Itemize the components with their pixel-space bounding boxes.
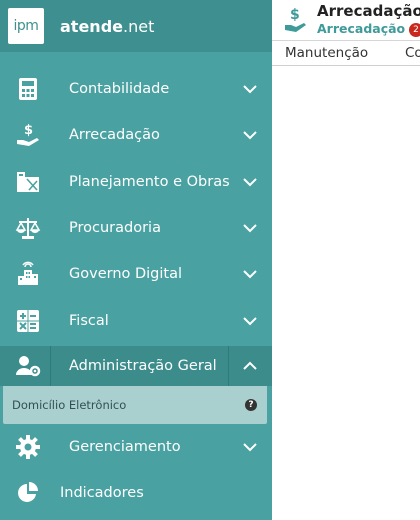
brand-name: atende.net xyxy=(60,17,154,36)
brand-name-suffix: .net xyxy=(123,16,155,36)
submenu-item-label: Domicílio Eletrônico xyxy=(12,397,127,412)
menu-item-label: Arrecadação xyxy=(69,127,160,144)
money-hand-icon: $ xyxy=(14,121,42,149)
chevron-down-icon[interactable] xyxy=(242,81,258,97)
menu-item-label: Gerenciamento xyxy=(69,438,181,455)
scales-icon xyxy=(14,214,42,242)
chevron-down-icon[interactable] xyxy=(242,313,258,329)
menu-item-label: Fiscal xyxy=(69,312,109,329)
menu-item-administracao-geral[interactable]: Administração Geral xyxy=(0,345,272,386)
menu-item-planejamento-obras[interactable]: Planejamento e Obras xyxy=(0,159,272,205)
menu-item-label: Planejamento e Obras xyxy=(69,173,230,190)
menu-item-label: Indicadores xyxy=(60,485,144,502)
svg-text:$: $ xyxy=(290,7,300,23)
digital-building-icon xyxy=(14,260,42,288)
ipm-logo: ipm xyxy=(8,8,44,44)
chevron-down-icon[interactable] xyxy=(242,439,258,455)
gear-icon xyxy=(14,433,42,461)
menu-item-contabilidade[interactable]: Contabilidade xyxy=(0,66,272,112)
chevron-up-icon[interactable] xyxy=(242,358,258,374)
chevron-down-icon[interactable] xyxy=(242,127,258,143)
menu-item-label: Governo Digital xyxy=(69,266,183,283)
menu-item-gerenciamento[interactable]: Gerenciamento xyxy=(0,424,272,470)
breadcrumb[interactable]: Arrecadação xyxy=(317,21,405,36)
help-icon[interactable]: ? xyxy=(245,398,257,411)
menu-item-fiscal[interactable]: Fiscal xyxy=(0,297,272,343)
panel-header: $ Arrecadação ( Arrecadação 2 xyxy=(272,0,420,41)
menu-bar: Manutenção Co xyxy=(272,41,420,66)
page-title: Arrecadação ( xyxy=(317,2,420,20)
menu-item-label: Administração Geral xyxy=(69,357,217,374)
user-gear-icon xyxy=(14,352,42,380)
main-menu: Contabilidade $ Arrecadação Planejamento… xyxy=(0,66,272,516)
pie-chart-icon xyxy=(14,479,42,507)
menu-item-procuradoria[interactable]: Procuradoria xyxy=(0,205,272,251)
divider xyxy=(50,345,51,386)
chevron-down-icon[interactable] xyxy=(242,174,258,190)
chevron-down-icon[interactable] xyxy=(242,220,258,236)
money-hand-icon: $ xyxy=(284,6,308,34)
notification-badge[interactable]: 2 xyxy=(409,23,420,37)
menu-item-label: Procuradoria xyxy=(69,220,161,237)
menu-co[interactable]: Co xyxy=(405,45,420,61)
menu-item-governo-digital[interactable]: Governo Digital xyxy=(0,251,272,297)
menu-manutencao[interactable]: Manutenção xyxy=(285,45,368,61)
math-operations-icon xyxy=(14,307,42,335)
main-panel: $ Arrecadação ( Arrecadação 2 Manutenção… xyxy=(272,0,420,520)
menu-item-label: Contabilidade xyxy=(69,81,170,98)
brand-bar[interactable]: ipm atende.net xyxy=(0,0,272,52)
brand-name-bold: atende xyxy=(60,16,123,36)
chevron-down-icon[interactable] xyxy=(242,266,258,282)
planning-icon xyxy=(14,168,42,196)
calculator-icon xyxy=(14,75,42,103)
sidebar: ipm atende.net Contabilidade $ Arrecadaç… xyxy=(0,0,272,520)
svg-text:$: $ xyxy=(24,123,33,138)
menu-item-arrecadacao[interactable]: $ Arrecadação xyxy=(0,112,272,158)
submenu-item-domicilio-eletronico[interactable]: Domicílio Eletrônico ? xyxy=(3,385,267,424)
menu-item-indicadores[interactable]: Indicadores xyxy=(0,470,272,516)
divider xyxy=(228,345,229,386)
